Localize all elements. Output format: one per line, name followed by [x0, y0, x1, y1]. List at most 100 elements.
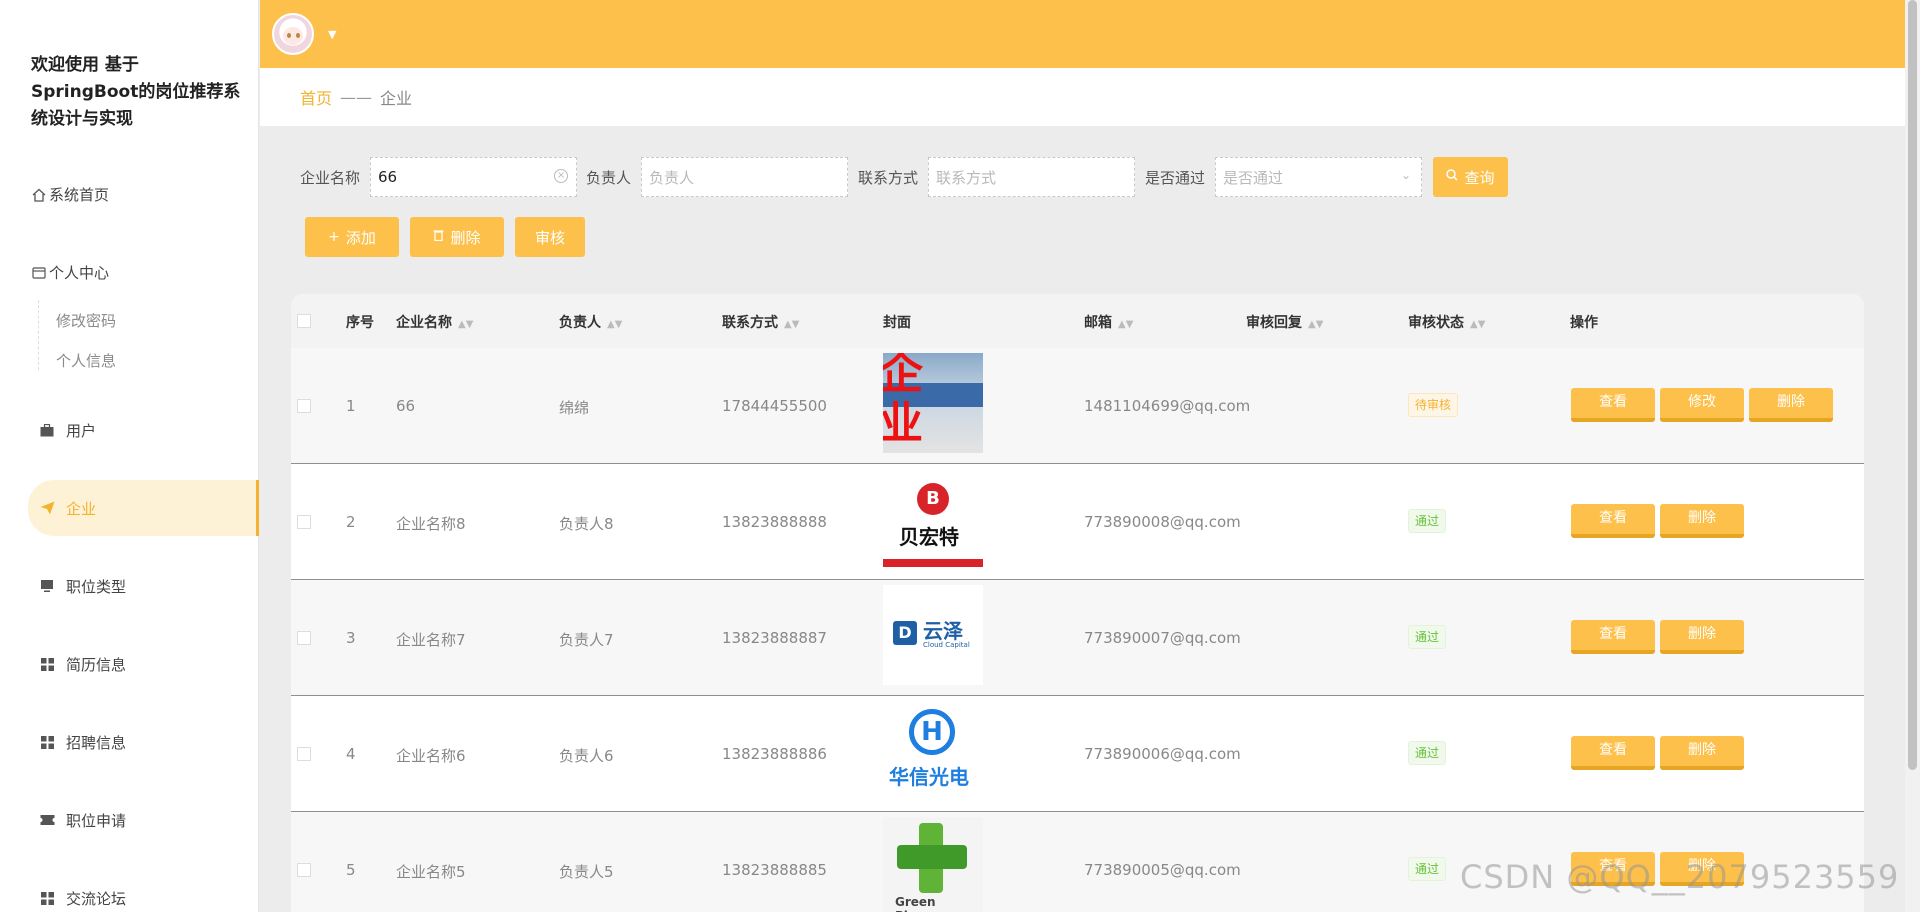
header-owner-label: 负责人	[559, 315, 601, 331]
sidebar-item-company[interactable]: 企业	[28, 480, 259, 536]
cell-company-name: 企业名称8	[396, 515, 466, 533]
row-delete-button[interactable]: 删除	[1660, 620, 1744, 654]
company-name-label: 企业名称	[300, 168, 361, 187]
view-button[interactable]: 查看	[1571, 504, 1655, 538]
sort-icon[interactable]: ▲▼	[1470, 319, 1485, 330]
cell-email: 773890008@qq.com	[1084, 513, 1241, 531]
approved-select[interactable]: 是否通过 ⌄	[1215, 157, 1423, 197]
review-button[interactable]: 审核	[515, 217, 585, 257]
row-checkbox[interactable]	[297, 515, 311, 529]
grid-icon	[38, 655, 56, 673]
scrollbar-thumb[interactable]	[1908, 0, 1917, 770]
row-checkbox[interactable]	[297, 863, 311, 877]
owner-input[interactable]: 负责人	[641, 157, 849, 197]
ticket-icon	[38, 811, 56, 829]
sidebar-subitem-change-password[interactable]: 修改密码	[56, 310, 116, 331]
sidebar-item-home[interactable]: 系统首页	[31, 184, 109, 205]
avatar[interactable]	[272, 13, 314, 55]
header-company-name[interactable]: 企业名称 ▲▼	[396, 312, 473, 332]
add-button[interactable]: + 添加	[305, 217, 399, 257]
trash-icon	[433, 229, 444, 245]
query-button[interactable]: 查询	[1433, 157, 1508, 197]
cover-image[interactable]: Green Pharm	[883, 817, 983, 912]
cover-red-band	[883, 559, 983, 567]
home-icon	[31, 187, 47, 203]
sidebar-item-recruitment-label: 招聘信息	[66, 733, 127, 752]
cell-email: 773890007@qq.com	[1084, 629, 1241, 647]
company-name-input[interactable]: 66 ×	[370, 157, 578, 197]
owner-placeholder: 负责人	[649, 168, 695, 187]
table-row: 2 企业名称8 负责人8 13823888888 B 贝宏特 773890008…	[291, 464, 1864, 580]
row-checkbox[interactable]	[297, 399, 311, 413]
sidebar-item-job-types[interactable]: 职位类型	[0, 558, 259, 614]
select-all-checkbox[interactable]	[297, 314, 311, 328]
delete-button[interactable]: 删除	[410, 217, 504, 257]
sidebar-item-applications[interactable]: 职位申请	[0, 792, 259, 848]
sidebar-subitem-profile[interactable]: 个人信息	[56, 350, 116, 371]
row-delete-button[interactable]: 删除	[1749, 388, 1833, 422]
sidebar-item-resumes[interactable]: 简历信息	[0, 636, 259, 692]
cell-email: 1481104699@qq.com	[1084, 397, 1251, 415]
cell-no: 4	[346, 745, 356, 763]
contact-placeholder: 联系方式	[936, 168, 997, 187]
header-phone[interactable]: 联系方式 ▲▼	[722, 312, 799, 332]
briefcase-icon	[38, 421, 56, 439]
edit-button[interactable]: 修改	[1660, 388, 1744, 422]
top-bar: ▼	[260, 0, 1905, 68]
cell-email: 773890006@qq.com	[1084, 745, 1241, 763]
header-company-name-label: 企业名称	[396, 315, 452, 331]
row-delete-button[interactable]: 删除	[1660, 736, 1744, 770]
header-review-reply[interactable]: 审核回复 ▲▼	[1246, 312, 1323, 332]
sidebar-item-personal-center[interactable]: 个人中心	[31, 262, 109, 283]
add-button-label: 添加	[345, 228, 376, 247]
sidebar-item-forum[interactable]: 交流论坛	[0, 870, 259, 912]
cover-image[interactable]: 企业	[883, 353, 983, 453]
sort-icon[interactable]: ▲▼	[1118, 319, 1133, 330]
scrollbar[interactable]	[1905, 0, 1920, 912]
cell-no: 2	[346, 513, 356, 531]
header-email[interactable]: 邮箱 ▲▼	[1084, 312, 1133, 332]
header-operations: 操作	[1570, 315, 1598, 331]
cell-owner: 负责人8	[559, 515, 614, 533]
sidebar-item-job-types-label: 职位类型	[66, 577, 127, 596]
cell-company-name: 企业名称6	[396, 747, 466, 765]
cover-image[interactable]: H 华信光电	[883, 701, 983, 801]
cell-no: 5	[346, 861, 356, 879]
sort-icon[interactable]: ▲▼	[607, 319, 622, 330]
cell-owner: 绵绵	[559, 399, 590, 417]
sort-icon[interactable]: ▲▼	[458, 319, 473, 330]
cell-phone: 13823888888	[722, 513, 827, 531]
cover-image[interactable]: D 云泽 Cloud Capital	[883, 585, 983, 685]
status-badge: 通过	[1408, 625, 1447, 649]
clear-icon[interactable]: ×	[554, 169, 569, 183]
view-button[interactable]: 查看	[1571, 620, 1655, 654]
row-checkbox[interactable]	[297, 631, 311, 645]
grid-icon	[38, 733, 56, 751]
cell-phone: 13823888885	[722, 861, 827, 879]
cover-image[interactable]: B 贝宏特	[883, 469, 983, 569]
cell-owner: 负责人6	[559, 747, 614, 765]
contact-label: 联系方式	[858, 168, 919, 187]
sort-icon[interactable]: ▲▼	[1308, 319, 1323, 330]
header-review-status[interactable]: 审核状态 ▲▼	[1408, 312, 1485, 332]
row-checkbox[interactable]	[297, 747, 311, 761]
header-cover: 封面	[883, 315, 911, 331]
view-button[interactable]: 查看	[1571, 388, 1655, 422]
chevron-down-icon: ⌄	[1400, 168, 1412, 182]
sort-icon[interactable]: ▲▼	[784, 319, 799, 330]
sidebar: 欢迎使用 基于SpringBoot的岗位推荐系统设计与实现 系统首页 个人中心 …	[0, 0, 259, 912]
header-owner[interactable]: 负责人 ▲▼	[559, 312, 622, 332]
chevron-down-icon[interactable]: ▼	[328, 28, 336, 41]
sidebar-item-users[interactable]: 用户	[0, 402, 259, 458]
view-button[interactable]: 查看	[1571, 736, 1655, 770]
cell-company-name: 企业名称5	[396, 863, 466, 881]
cover-logo-mark: D	[893, 621, 917, 645]
row-delete-button[interactable]: 删除	[1660, 504, 1744, 538]
query-button-label: 查询	[1464, 168, 1495, 187]
breadcrumb-home[interactable]: 首页	[300, 85, 332, 109]
cover-text: 贝宏特	[899, 525, 959, 549]
sidebar-item-recruitment[interactable]: 招聘信息	[0, 714, 259, 770]
contact-input[interactable]: 联系方式	[928, 157, 1136, 197]
sidebar-item-users-label: 用户	[66, 421, 97, 440]
table-row: 4 企业名称6 负责人6 13823888886 H 华信光电 77389000…	[291, 696, 1864, 812]
